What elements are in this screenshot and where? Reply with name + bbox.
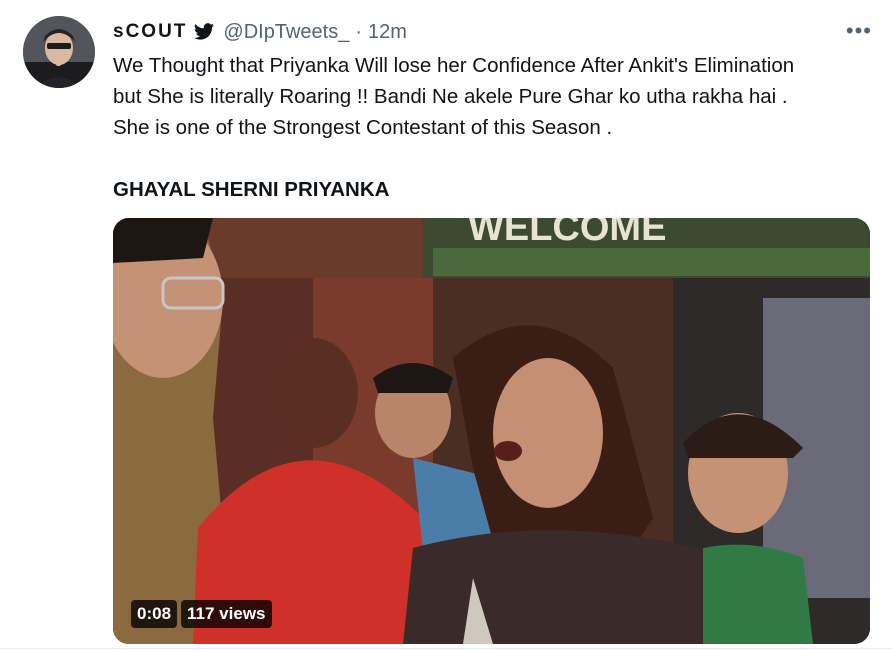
timestamp[interactable]: 12m — [368, 21, 407, 44]
more-horizontal-icon[interactable]: ••• — [846, 18, 872, 44]
separator-dot: · — [355, 20, 362, 43]
welcome-sign: WELCOME — [468, 218, 666, 249]
avatar[interactable] — [23, 16, 95, 88]
tweet-caps-line: GHAYAL SHERNI PRIYANKA — [113, 178, 390, 201]
video-info-badge: 0:08 117 views — [131, 600, 272, 628]
divider — [0, 648, 892, 649]
video-views: 117 views — [181, 600, 272, 628]
tweet-header: sCOUT @DIpTweets_ · 12m ••• — [113, 18, 872, 46]
video-duration: 0:08 — [131, 600, 178, 628]
tweet-text-line: She is one of the Strongest Contestant o… — [113, 116, 613, 139]
video-thumbnail[interactable]: WELCOME — [113, 218, 870, 644]
tweet-text-line: but She is literally Roaring !! Bandi Ne… — [113, 85, 788, 108]
user-handle[interactable]: @DIpTweets_ — [223, 21, 349, 44]
twitter-bird-icon — [193, 21, 215, 43]
tweet-card[interactable]: sCOUT @DIpTweets_ · 12m ••• We Thought t… — [0, 0, 892, 651]
display-name[interactable]: sCOUT — [113, 21, 187, 43]
tweet-text-line: We Thought that Priyanka Will lose her C… — [113, 54, 795, 77]
video-player[interactable]: WELCOME 0:08 117 views — [113, 218, 870, 644]
tweet-text: We Thought that Priyanka Will lose her C… — [113, 50, 883, 205]
